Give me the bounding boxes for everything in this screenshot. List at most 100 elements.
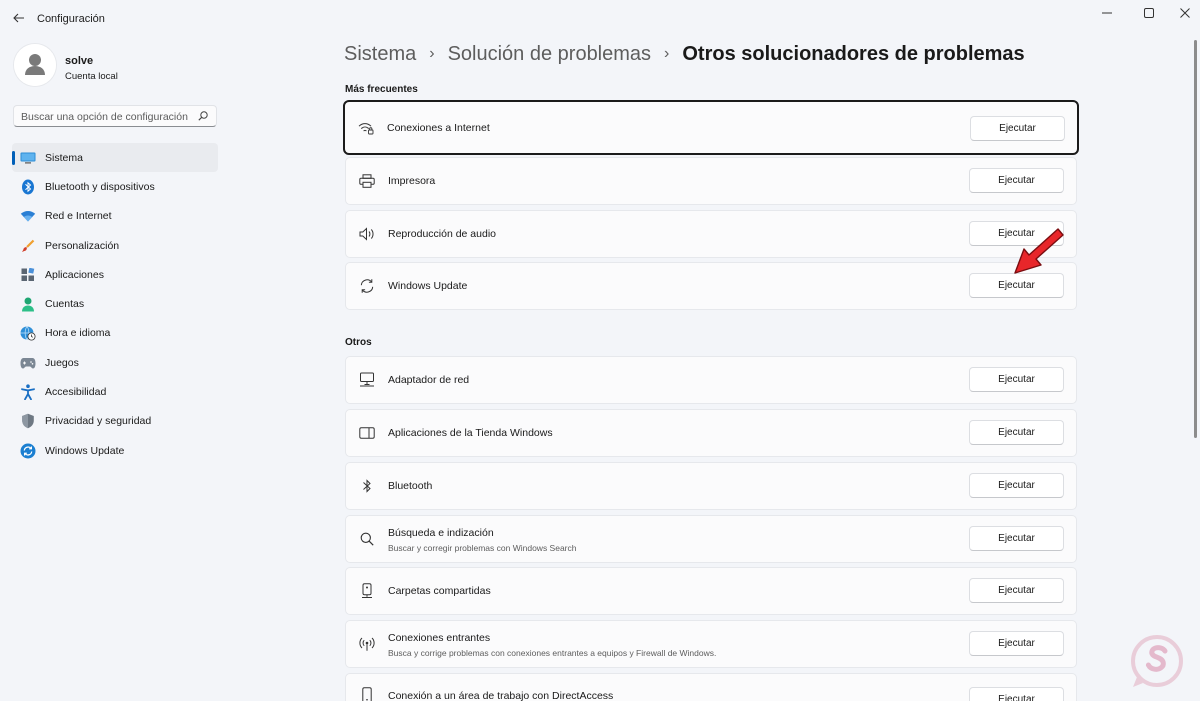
troubleshooter-title: Adaptador de red <box>388 374 470 386</box>
sidebar-item-label: Bluetooth y dispositivos <box>45 180 155 193</box>
apps-icon <box>19 266 37 284</box>
troubleshooter-bluetooth: Bluetooth Ejecutar <box>345 462 1077 510</box>
sidebar-item-personalizacion[interactable]: Personalización <box>12 231 218 260</box>
app-title: Configuración <box>37 13 105 25</box>
troubleshooter-title: Aplicaciones de la Tienda Windows <box>388 427 553 439</box>
sidebar-item-label: Cuentas <box>45 298 85 311</box>
troubleshooter-directaccess: Conexión a un área de trabajo con Direct… <box>345 673 1077 701</box>
sync-icon <box>358 277 376 295</box>
scrollbar-thumb[interactable] <box>1194 40 1197 438</box>
speaker-icon <box>358 225 376 243</box>
maximize-button[interactable] <box>1131 0 1167 26</box>
sidebar-item-windows-update[interactable]: Windows Update <box>12 436 218 465</box>
network-adapter-icon <box>358 371 376 389</box>
sidebar-item-aplicaciones[interactable]: Aplicaciones <box>12 260 218 289</box>
sidebar-item-label: Accesibilidad <box>45 386 107 399</box>
troubleshooter-description: Busca y corrige problemas con conexiones… <box>388 648 717 658</box>
section-title-frequent: Más frecuentes <box>345 84 418 95</box>
printer-icon <box>358 172 376 190</box>
sidebar-item-label: Hora e idioma <box>45 327 111 340</box>
sidebar-item-label: Personalización <box>45 239 120 252</box>
run-button[interactable]: Ejecutar <box>969 631 1064 656</box>
troubleshooter-title: Bluetooth <box>388 480 433 492</box>
search-icon <box>358 530 376 548</box>
phone-device-icon <box>358 686 376 701</box>
sidebar-item-label: Privacidad y seguridad <box>45 415 152 428</box>
sidebar-item-label: Windows Update <box>45 444 125 457</box>
incoming-connection-icon <box>358 635 376 653</box>
troubleshooter-title: Conexiones entrantes <box>388 632 491 644</box>
troubleshooter-audio: Reproducción de audio Ejecutar <box>345 210 1077 258</box>
wifi-icon <box>19 207 37 225</box>
back-button[interactable] <box>10 9 28 27</box>
minimize-button[interactable] <box>1089 0 1125 26</box>
user-profile[interactable]: solve Cuenta local <box>14 44 224 90</box>
troubleshooter-search-indexing: Búsqueda e indización Buscar y corregir … <box>345 515 1077 563</box>
breadcrumb: Sistema › Solución de problemas › Otros … <box>344 43 1025 66</box>
person-icon <box>19 295 37 313</box>
troubleshooter-title: Reproducción de audio <box>388 228 496 240</box>
wifi-lock-icon <box>357 119 375 137</box>
sidebar-item-label: Red e Internet <box>45 210 112 223</box>
troubleshooter-title: Conexiones a Internet <box>387 122 490 134</box>
profile-name: solve <box>65 55 94 67</box>
globe-clock-icon <box>19 324 37 342</box>
annotation-arrow-icon <box>1014 228 1064 274</box>
run-button[interactable]: Ejecutar <box>969 473 1064 498</box>
section-title-others: Otros <box>345 337 372 348</box>
run-button[interactable]: Ejecutar <box>969 578 1064 603</box>
accessibility-icon <box>19 383 37 401</box>
close-button[interactable] <box>1167 0 1200 26</box>
troubleshooter-shared-folders: Carpetas compartidas Ejecutar <box>345 567 1077 615</box>
search-input[interactable]: Buscar una opción de configuración <box>13 105 217 127</box>
troubleshooter-network-adapter: Adaptador de red Ejecutar <box>345 356 1077 404</box>
breadcrumb-solucion-problemas[interactable]: Solución de problemas <box>448 43 651 66</box>
monitor-icon <box>19 149 37 167</box>
selection-indicator <box>12 151 15 165</box>
sidebar-item-accesibilidad[interactable]: Accesibilidad <box>12 377 218 406</box>
bluetooth-icon <box>19 178 37 196</box>
run-button[interactable]: Ejecutar <box>970 116 1065 141</box>
sidebar-item-red-internet[interactable]: Red e Internet <box>12 202 218 231</box>
troubleshooter-title: Impresora <box>388 175 436 187</box>
sidebar-nav: Sistema Bluetooth y dispositivos Red e I… <box>12 143 218 465</box>
search-placeholder: Buscar una opción de configuración <box>21 111 188 123</box>
sidebar-item-privacidad[interactable]: Privacidad y seguridad <box>12 407 218 436</box>
sidebar-item-bluetooth[interactable]: Bluetooth y dispositivos <box>12 172 218 201</box>
sidebar-item-sistema[interactable]: Sistema <box>12 143 218 173</box>
title-bar: Configuración <box>0 0 1200 36</box>
troubleshooter-printer: Impresora Ejecutar <box>345 157 1077 205</box>
search-icon <box>198 111 208 121</box>
sidebar-item-hora-idioma[interactable]: Hora e idioma <box>12 319 218 348</box>
run-button[interactable]: Ejecutar <box>969 526 1064 551</box>
sidebar-item-cuentas[interactable]: Cuentas <box>12 289 218 318</box>
run-button[interactable]: Ejecutar <box>969 687 1064 701</box>
breadcrumb-sistema[interactable]: Sistema <box>344 43 416 66</box>
run-button[interactable]: Ejecutar <box>969 420 1064 445</box>
troubleshooter-title: Carpetas compartidas <box>388 585 491 597</box>
sidebar-item-juegos[interactable]: Juegos <box>12 348 218 377</box>
sidebar-item-label: Sistema <box>45 151 83 164</box>
minimize-icon <box>1102 12 1112 14</box>
user-avatar-icon <box>14 44 56 86</box>
troubleshooter-title: Búsqueda e indización <box>388 527 494 539</box>
troubleshooter-internet-connections: Conexiones a Internet Ejecutar <box>343 100 1079 155</box>
maximize-icon <box>1144 8 1154 18</box>
store-app-icon <box>358 424 376 442</box>
troubleshooter-title: Windows Update <box>388 280 468 292</box>
troubleshooter-store-apps: Aplicaciones de la Tienda Windows Ejecut… <box>345 409 1077 457</box>
troubleshooter-windows-update: Windows Update Ejecutar <box>345 262 1077 310</box>
gamepad-icon <box>19 354 37 372</box>
arrow-left-icon <box>13 13 24 23</box>
run-button[interactable]: Ejecutar <box>969 367 1064 392</box>
profile-account-type: Cuenta local <box>65 71 118 82</box>
troubleshooter-description: Buscar y corregir problemas con Windows … <box>388 543 577 553</box>
sidebar-item-label: Aplicaciones <box>45 268 104 281</box>
sidebar-item-label: Juegos <box>45 356 79 369</box>
run-button[interactable]: Ejecutar <box>969 168 1064 193</box>
shared-folder-icon <box>358 582 376 600</box>
troubleshooter-title: Conexión a un área de trabajo con Direct… <box>388 690 614 701</box>
brush-icon <box>19 237 37 255</box>
shield-icon <box>19 412 37 430</box>
avatar <box>14 44 56 86</box>
